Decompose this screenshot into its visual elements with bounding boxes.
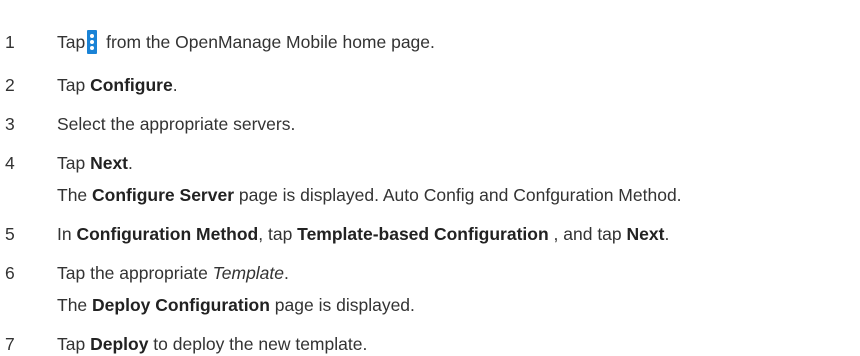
step-text-part: , and tap bbox=[548, 224, 627, 244]
step-number: 5 bbox=[5, 224, 15, 244]
step-text-part: , tap bbox=[258, 224, 298, 244]
step-text-part: In bbox=[57, 224, 77, 244]
step-text-part: page is displayed. bbox=[269, 295, 415, 315]
step-text: In Configuration Method, tap Template-ba… bbox=[57, 222, 669, 246]
vertical-ellipsis-menu-icon bbox=[87, 30, 98, 54]
ui-term: Configuration Method bbox=[76, 224, 259, 244]
step-text-part: Tap bbox=[57, 75, 91, 95]
italic-term: Template bbox=[212, 263, 285, 283]
ui-term: Next bbox=[626, 224, 665, 244]
ui-term: Template-based Configuration bbox=[297, 224, 549, 244]
result-text: The Deploy Configuration page is display… bbox=[57, 293, 415, 317]
step-2: 2 Tap Configure. bbox=[0, 73, 860, 97]
ui-term: Next bbox=[90, 153, 129, 173]
ui-term: Deploy Configuration bbox=[92, 295, 270, 315]
step-text-part: from the OpenManage Mobile home page. bbox=[101, 32, 435, 52]
step-text-part: . bbox=[128, 153, 133, 173]
step-text: Select the appropriate servers. bbox=[57, 114, 296, 134]
step-text: Tap Configure. bbox=[57, 73, 178, 97]
step-text-part: The bbox=[57, 295, 93, 315]
step-number: 7 bbox=[5, 334, 15, 354]
step-number: 6 bbox=[5, 263, 15, 283]
step-number: 3 bbox=[5, 114, 15, 134]
step-text-part: Tap bbox=[57, 32, 86, 52]
step-3: 3 Select the appropriate servers. bbox=[0, 112, 860, 136]
step-text-part: Tap the appropriate bbox=[57, 263, 213, 283]
step-6: 6 Tap the appropriate Template. bbox=[0, 261, 860, 285]
step-text: Tap the appropriate Template. bbox=[57, 261, 289, 285]
step-number: 2 bbox=[5, 75, 15, 95]
result-text: The Configure Server page is displayed. … bbox=[57, 183, 682, 207]
step-text-part: The bbox=[57, 185, 93, 205]
step-text-part: page is displayed. Auto Config and Confg… bbox=[234, 185, 682, 205]
step-7: 7 Tap Deploy to deploy the new template. bbox=[0, 332, 860, 356]
step-4-result: The Configure Server page is displayed. … bbox=[0, 183, 860, 207]
step-text-part: . bbox=[284, 263, 289, 283]
step-5: 5 In Configuration Method, tap Template-… bbox=[0, 222, 860, 246]
step-text-part: Tap bbox=[57, 153, 91, 173]
step-text-part: . bbox=[172, 75, 178, 95]
step-1: 1 Tap from the OpenManage Mobile home pa… bbox=[0, 30, 860, 54]
step-text-part: . bbox=[664, 224, 670, 244]
ui-term: Deploy bbox=[90, 334, 149, 354]
ui-term: Configure bbox=[90, 75, 173, 95]
step-4: 4 Tap Next. bbox=[0, 151, 860, 175]
step-text: Tap Deploy to deploy the new template. bbox=[57, 332, 367, 356]
step-number: 1 bbox=[5, 32, 15, 52]
step-6-result: The Deploy Configuration page is display… bbox=[0, 293, 860, 317]
step-text: Tap from the OpenManage Mobile home page… bbox=[57, 30, 435, 54]
step-text-part: Tap bbox=[57, 334, 91, 354]
step-number: 4 bbox=[5, 153, 15, 173]
step-text: Tap Next. bbox=[57, 151, 133, 175]
step-text-part: to deploy the new template. bbox=[148, 334, 368, 354]
ui-term: Configure Server bbox=[92, 185, 235, 205]
